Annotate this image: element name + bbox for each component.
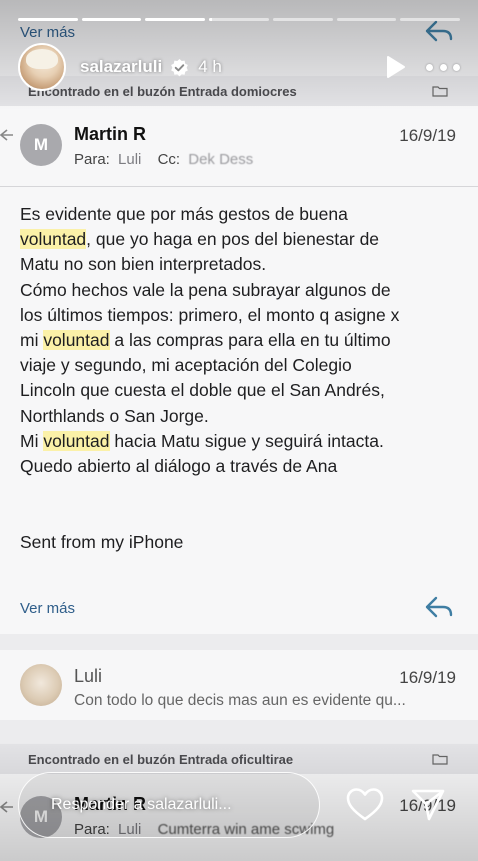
text-segment: viaje y segundo, mi aceptación del Coleg…: [20, 355, 352, 376]
reply-icon[interactable]: [424, 594, 454, 620]
heart-icon[interactable]: [346, 787, 384, 823]
send-icon[interactable]: [410, 786, 446, 822]
reply-input[interactable]: Responder a salazarluli...: [18, 772, 320, 838]
email-body-line: Es evidente que por más gestos de buena: [20, 202, 460, 227]
email-body-line: voluntad, que yo haga en pos del bienest…: [20, 227, 460, 252]
story-progress-segment: [400, 18, 461, 21]
email-body: Es evidente que por más gestos de buena v…: [20, 202, 460, 479]
text-segment: mi: [20, 330, 44, 351]
divider: [0, 186, 478, 187]
highlighted-word: voluntad: [20, 229, 87, 250]
reply-arrow-icon: [0, 129, 13, 141]
profile-avatar[interactable]: [18, 43, 66, 91]
story-progress-fill: [81, 18, 142, 21]
mailbox-banner-text: Encontrado en el buzón Entrada oficultir…: [28, 751, 294, 767]
story-progress: [18, 18, 461, 21]
email-date: 16/9/19: [399, 668, 456, 687]
email-body-line: mi voluntad a las compras para ella en t…: [20, 328, 460, 353]
email-body-line: Northlands o San Jorge.: [20, 404, 460, 429]
recipients-line: Para: Luli Cc: Dek Dess: [74, 151, 253, 168]
text-segment: a las compras para ella en tu último: [109, 330, 391, 351]
story-progress-fill: [18, 18, 78, 21]
play-icon[interactable]: [382, 54, 408, 80]
text-segment: Es evidente que por más gestos de buena: [20, 204, 348, 224]
email-preview: Con todo lo que decis mas aun es evident…: [74, 692, 406, 709]
story-progress-segment: [81, 18, 142, 21]
username[interactable]: salazarluli: [80, 57, 162, 77]
story-header: salazarluli 4 h: [18, 43, 460, 91]
highlighted-word: voluntad: [43, 430, 110, 451]
cc-name[interactable]: Dek Dess: [188, 151, 253, 168]
story-progress-segment: [18, 18, 78, 21]
luli-avatar: [20, 664, 62, 706]
folder-icon: [432, 754, 448, 765]
story-progress-segment: [209, 18, 269, 21]
to-name[interactable]: Luli: [118, 151, 141, 168]
text-segment: Cómo hechos vale la pena subrayar alguno…: [20, 279, 391, 300]
cc-label: Cc:: [157, 151, 181, 168]
email-body-line: Mi voluntad hacia Matu sigue y seguirá i…: [20, 429, 460, 454]
email-signature: Sent from my iPhone: [20, 532, 184, 552]
text-segment: hacia Matu sigue y seguirá intacta.: [109, 430, 384, 451]
text-segment: , que yo haga en pos del bienestar de: [86, 229, 380, 250]
ver-mas-link-top[interactable]: Ver más: [20, 24, 75, 41]
verified-badge-icon: [171, 58, 189, 76]
story-progress-segment: [145, 18, 206, 21]
email-body-line: Matu no son bien interpretados.: [20, 252, 460, 277]
email-body-line: viaje y segundo, mi aceptación del Coleg…: [20, 353, 460, 378]
email-date: 16/9/19: [399, 126, 456, 145]
email-body-line: Lincoln que cuesta el doble que el San A…: [20, 378, 460, 403]
email-card-martin[interactable]: M Martin R 16/9/19 Para: Luli Cc: Dek De…: [0, 106, 478, 634]
text-segment: Northlands o San Jorge.: [20, 405, 209, 426]
sender-name: Luli: [74, 666, 103, 686]
story-progress-fill: [145, 18, 206, 21]
email-body-line: los últimos tiempos: primero, el monto q…: [20, 303, 460, 328]
text-segment: Matu no son bien interpretados.: [20, 254, 267, 275]
text-segment: Lincoln que cuesta el doble que el San A…: [20, 380, 385, 401]
text-segment: Quedo abierto al diálogo a través de Ana: [20, 456, 338, 477]
email-body-line: Cómo hechos vale la pena subrayar alguno…: [20, 278, 460, 303]
reply-arrow-icon: [0, 801, 13, 813]
more-options-icon[interactable]: [426, 54, 460, 80]
sender-name: Martin R: [74, 124, 146, 144]
mailbox-banner-bottom: Encontrado en el buzón Entrada oficultir…: [0, 744, 478, 774]
text-segment: los últimos tiempos: primero, el monto q…: [20, 304, 400, 325]
story-progress-segment: [272, 18, 333, 21]
story-progress-segment: [336, 18, 397, 21]
story-viewer: Ver más Encontrado en el buzón Entrada d…: [0, 0, 478, 861]
sender-avatar: M: [20, 124, 62, 166]
highlighted-word: voluntad: [43, 330, 110, 351]
story-progress-fill: [209, 18, 213, 21]
text-segment: Mi: [20, 430, 44, 451]
story-time: 4 h: [198, 57, 222, 76]
reply-icon-top[interactable]: [424, 18, 454, 44]
email-body-line: Quedo abierto al diálogo a través de Ana: [20, 454, 460, 479]
ver-mas-link[interactable]: Ver más: [20, 600, 75, 617]
email-card-luli[interactable]: Luli 16/9/19 Con todo lo que decis mas a…: [0, 650, 478, 720]
to-label: Para:: [74, 151, 110, 168]
